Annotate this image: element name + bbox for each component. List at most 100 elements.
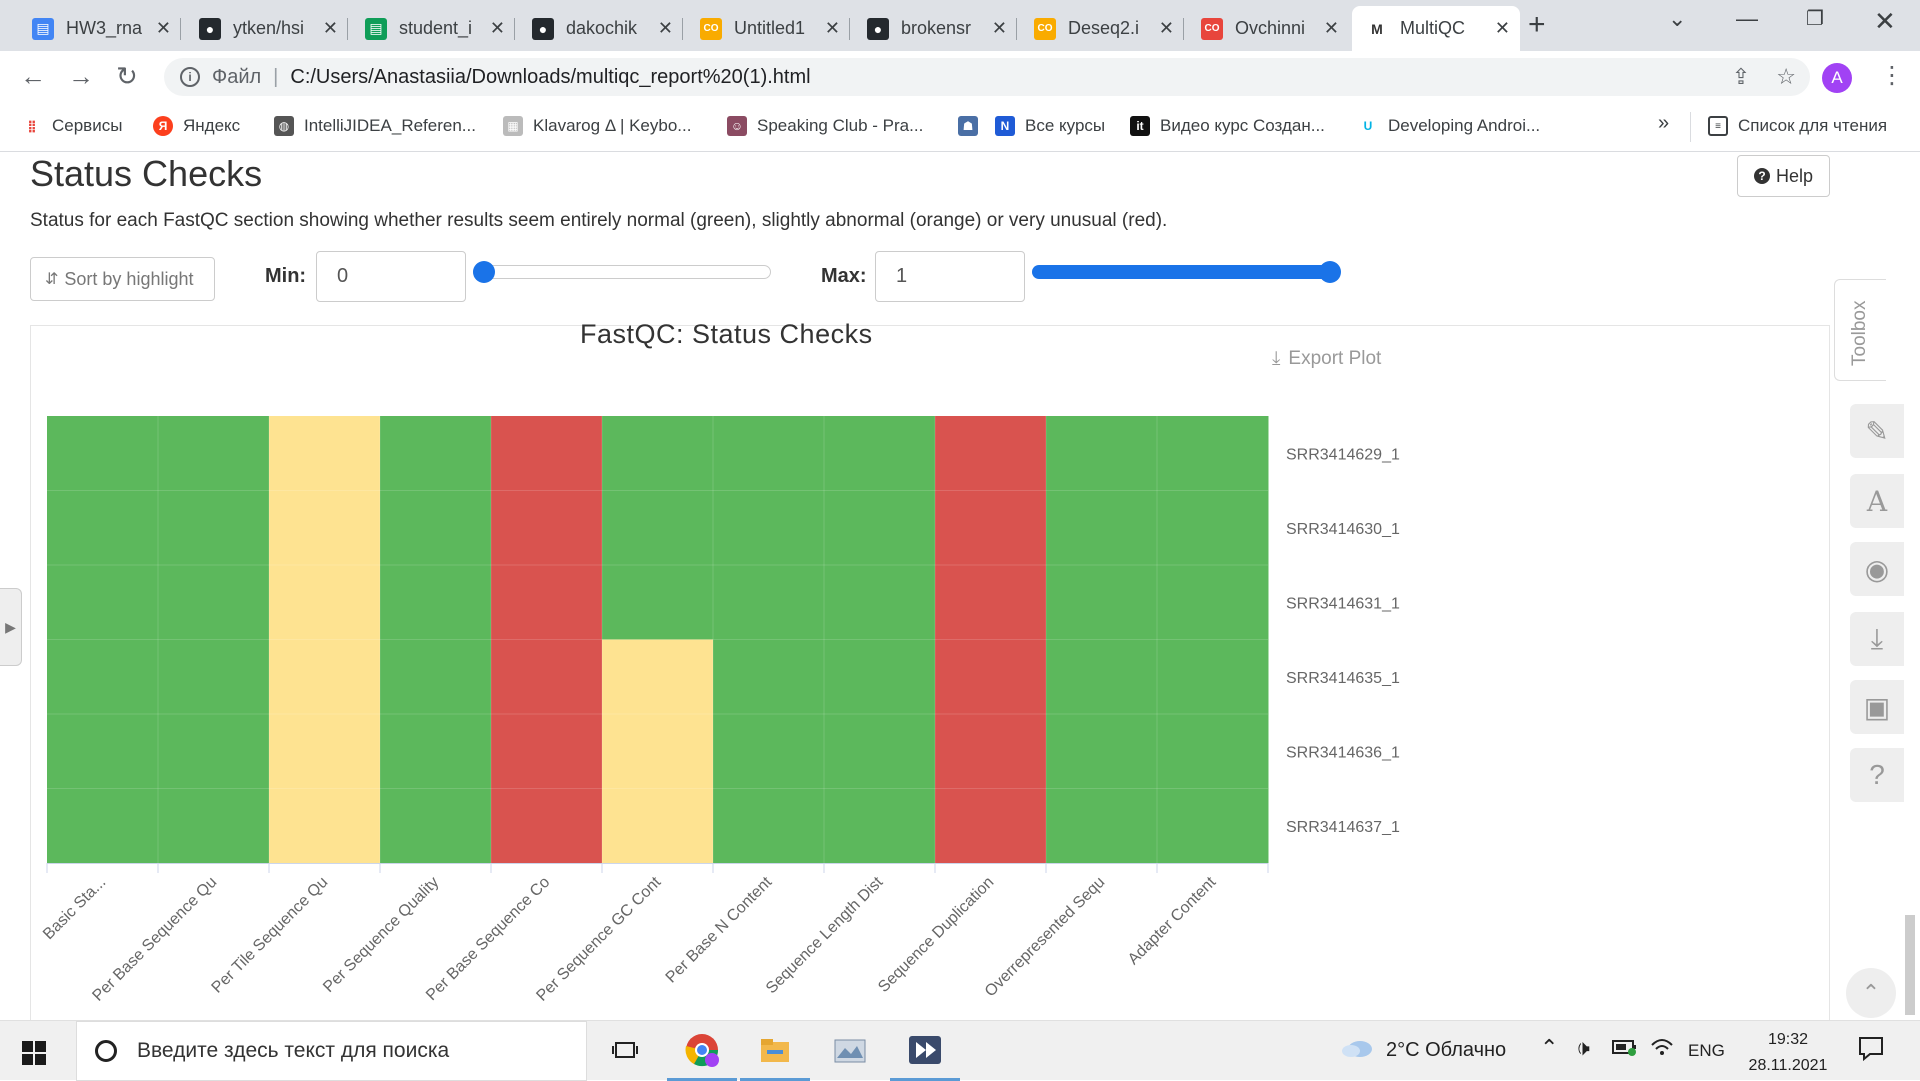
heatmap-cell[interactable]	[935, 714, 1047, 789]
heatmap-cell[interactable]	[158, 416, 270, 491]
download-tool-icon[interactable]: ⤓	[1850, 612, 1904, 666]
volume-icon[interactable]: 🕩	[1576, 1035, 1590, 1061]
language-indicator[interactable]: ENG	[1688, 1041, 1725, 1061]
address-url[interactable]: C:/Users/Anastasiia/Downloads/multiqc_re…	[290, 66, 810, 89]
toolbox-tab[interactable]: Toolbox	[1834, 279, 1886, 381]
heatmap-cell[interactable]	[491, 639, 603, 715]
tab-search-chevron-icon[interactable]: ⌄	[1668, 6, 1686, 32]
close-tab-icon[interactable]: ✕	[1324, 18, 1339, 39]
bookmark-item[interactable]: ⣿ Сервисы	[22, 116, 122, 136]
heatmap-cell[interactable]	[824, 565, 936, 640]
heatmap-cell[interactable]	[491, 416, 603, 491]
heatmap-cell[interactable]	[269, 416, 381, 491]
font-icon[interactable]: A	[1850, 474, 1904, 528]
heatmap-cell[interactable]	[1157, 416, 1269, 491]
forward-button[interactable]: →	[68, 61, 94, 92]
heatmap-cell[interactable]	[602, 714, 714, 789]
wifi-icon[interactable]	[1650, 1035, 1674, 1063]
windows-start-icon[interactable]	[22, 1041, 46, 1065]
browser-tab[interactable]: ▤ HW3_rna ✕	[18, 6, 181, 51]
bookmark-star-icon[interactable]: ☆	[1776, 64, 1796, 90]
heatmap-cell[interactable]	[47, 788, 159, 864]
bookmarks-overflow-button[interactable]: »	[1658, 112, 1669, 135]
pin-icon[interactable]: ✎	[1850, 404, 1904, 458]
close-tab-icon[interactable]: ✕	[323, 18, 338, 39]
heatmap-cell[interactable]	[1157, 490, 1269, 566]
weather-text[interactable]: 2°C Облачно	[1386, 1039, 1506, 1062]
heatmap-cell[interactable]	[1157, 788, 1269, 864]
heatmap-cell[interactable]	[380, 714, 492, 789]
site-info-icon[interactable]: i	[180, 67, 200, 87]
close-window-button[interactable]: ✕	[1874, 6, 1896, 37]
bookmark-item[interactable]: it Видео курс Создан...	[1130, 116, 1325, 136]
heatmap-cell[interactable]	[47, 565, 159, 640]
close-tab-icon[interactable]: ✕	[992, 18, 1007, 39]
heatmap-cell[interactable]	[935, 565, 1047, 640]
minimize-button[interactable]: —	[1736, 6, 1758, 32]
heatmap-cell[interactable]	[491, 714, 603, 789]
heatmap-cell[interactable]	[824, 788, 936, 864]
heatmap-cell[interactable]	[935, 639, 1047, 715]
heatmap-cell[interactable]	[602, 788, 714, 864]
file-explorer-icon[interactable]	[740, 1021, 810, 1081]
heatmap-cell[interactable]	[491, 565, 603, 640]
heatmap-cell[interactable]	[47, 639, 159, 715]
share-icon[interactable]: ⇪	[1732, 64, 1750, 90]
heatmap-cell[interactable]	[1157, 639, 1269, 715]
heatmap-cell[interactable]	[380, 639, 492, 715]
bookmark-item[interactable]: ◍ IntelliJIDEA_Referen...	[274, 116, 476, 136]
taskbar-search[interactable]: Введите здесь текст для поиска	[76, 1021, 587, 1081]
browser-tab[interactable]: CO Ovchinni ✕	[1187, 6, 1349, 51]
browser-menu-icon[interactable]: ⋮	[1880, 61, 1904, 90]
close-tab-icon[interactable]: ✕	[490, 18, 505, 39]
page-scrollbar[interactable]	[1905, 915, 1915, 1015]
heatmap-cell[interactable]	[713, 788, 825, 864]
chrome-icon[interactable]	[667, 1021, 737, 1081]
heatmap-cell[interactable]	[713, 565, 825, 640]
heatmap-cell[interactable]	[935, 416, 1047, 491]
battery-icon[interactable]	[1612, 1037, 1638, 1063]
new-tab-button[interactable]: +	[1528, 8, 1546, 42]
heatmap-cell[interactable]	[491, 788, 603, 864]
heatmap-cell[interactable]	[380, 565, 492, 640]
heatmap-cell[interactable]	[380, 416, 492, 491]
bookmark-item[interactable]: N Все курсы	[995, 116, 1105, 136]
back-button[interactable]: ←	[20, 61, 46, 92]
heatmap-cell[interactable]	[824, 714, 936, 789]
heatmap-cell[interactable]	[1046, 639, 1158, 715]
heatmap-cell[interactable]	[1157, 714, 1269, 789]
weather-cloud-icon[interactable]	[1340, 1035, 1374, 1065]
heatmap-cell[interactable]	[158, 565, 270, 640]
close-tab-icon[interactable]: ✕	[825, 18, 840, 39]
heatmap-cell[interactable]	[713, 714, 825, 789]
system-clock[interactable]: 19:32 28.11.2021	[1738, 1027, 1838, 1079]
heatmap-cell[interactable]	[47, 714, 159, 789]
heatmap-cell[interactable]	[269, 490, 381, 566]
media-player-icon[interactable]	[890, 1021, 960, 1081]
photo-app-icon[interactable]	[815, 1021, 885, 1081]
heatmap-cell[interactable]	[824, 416, 936, 491]
heatmap-cell[interactable]	[158, 788, 270, 864]
heatmap-cell[interactable]	[1046, 416, 1158, 491]
heatmap-cell[interactable]	[158, 639, 270, 715]
heatmap-cell[interactable]	[1046, 490, 1158, 566]
browser-tab[interactable]: M MultiQC ✕	[1352, 6, 1520, 51]
browser-tab[interactable]: ● dakochik ✕	[518, 6, 683, 51]
restore-button[interactable]: ❐	[1806, 6, 1824, 31]
bookmark-item[interactable]: ☗	[958, 116, 988, 136]
bookmark-item[interactable]: ▦ Klavarog Δ | Keybo...	[503, 116, 691, 136]
notifications-icon[interactable]	[1858, 1035, 1884, 1067]
heatmap-cell[interactable]	[935, 490, 1047, 566]
heatmap-cell[interactable]	[158, 714, 270, 789]
heatmap-cell[interactable]	[1046, 714, 1158, 789]
heatmap-cell[interactable]	[1046, 565, 1158, 640]
close-tab-icon[interactable]: ✕	[156, 18, 171, 39]
reload-button[interactable]: ↻	[116, 61, 138, 92]
bookmark-item[interactable]: Я Яндекс	[153, 116, 240, 136]
heatmap-cell[interactable]	[269, 714, 381, 789]
heatmap-cell[interactable]	[824, 639, 936, 715]
browser-tab[interactable]: ● ytken/hsi ✕	[185, 6, 348, 51]
heatmap-cell[interactable]	[602, 490, 714, 566]
browser-tab[interactable]: CO Untitled1 ✕	[686, 6, 850, 51]
heatmap-cell[interactable]	[713, 639, 825, 715]
